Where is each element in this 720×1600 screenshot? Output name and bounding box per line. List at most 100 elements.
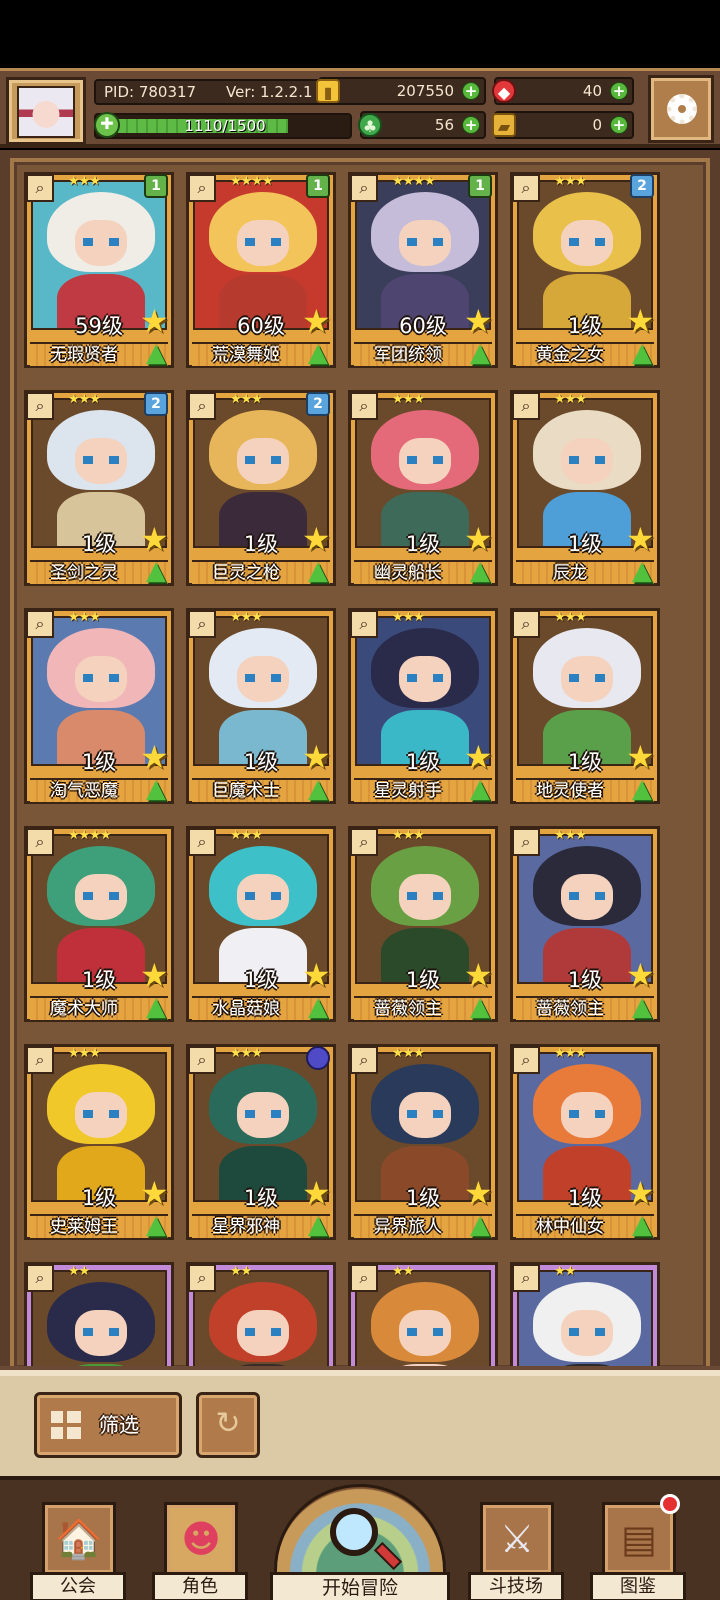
star-upgrade-icon[interactable]: ★: [302, 305, 334, 337]
star-upgrade-icon[interactable]: ★: [140, 959, 172, 991]
character-card[interactable]: ⌕ ★★★ 1级 蔷薇领主 ★ ▲: [510, 826, 660, 1026]
filter-button[interactable]: 筛选: [34, 1392, 182, 1458]
character-card[interactable]: ⌕ ★★: [186, 1262, 336, 1366]
character-name: 辰龙: [553, 563, 587, 583]
level-up-icon[interactable]: ▲: [140, 556, 172, 586]
character-card[interactable]: ⌕ ★★★ 1级 淘气恶魔 ★ ▲: [24, 608, 174, 808]
character-card[interactable]: ⌕ ★★★ 1级 水晶菇娘 ★ ▲: [186, 826, 336, 1026]
character-card[interactable]: ⌕ ★★★ 1级 史莱姆王 ★ ▲: [24, 1044, 174, 1244]
star-upgrade-icon[interactable]: ★: [464, 959, 496, 991]
character-card[interactable]: ⌕ ★★★ 1级 蔷薇领主 ★ ▲: [348, 826, 498, 1026]
character-grid-area[interactable]: ⌕ ★★★ 1 59级 无瑕贤者 ★ ▲ ⌕ ★★★★ 1 60级 荒漠舞姬 ★ ▲ ⌕ ★★★★ 1 60级 军团…: [0, 150, 720, 1366]
portrait-eyes: [569, 1328, 605, 1336]
level-up-icon[interactable]: ▲: [464, 992, 496, 1022]
level-up-icon[interactable]: ▲: [626, 774, 658, 804]
nav-guild[interactable]: 🏠 公会: [30, 1502, 126, 1600]
level-up-icon[interactable]: ▲: [140, 1210, 172, 1240]
level-up-icon[interactable]: ▲: [302, 774, 334, 804]
character-card[interactable]: ⌕ ★★★ 1级 林中仙女 ★ ▲: [510, 1044, 660, 1244]
star-upgrade-icon[interactable]: ★: [464, 1177, 496, 1209]
character-name: 荒漠舞姬: [212, 345, 280, 365]
pid-row: PID: 780317 Ver: 1.2.2.1: [94, 79, 352, 105]
portrait-eyes: [569, 892, 605, 900]
portrait-eyes: [83, 892, 119, 900]
level-up-icon[interactable]: ▲: [302, 338, 334, 368]
add-gold-button[interactable]: +: [462, 82, 480, 100]
star-upgrade-icon[interactable]: ★: [140, 741, 172, 773]
rarity-stars: ★★★: [554, 610, 587, 625]
character-card[interactable]: ⌕ ★★: [510, 1262, 660, 1366]
star-upgrade-icon[interactable]: ★: [140, 523, 172, 555]
portrait-eyes: [569, 674, 605, 682]
level-up-icon[interactable]: ▲: [626, 1210, 658, 1240]
portrait-eyes: [245, 456, 281, 464]
star-upgrade-icon[interactable]: ★: [626, 959, 658, 991]
character-card[interactable]: ⌕ ★★★ 2 1级 巨灵之枪 ★ ▲: [186, 390, 336, 590]
character-card[interactable]: ⌕ ★★: [24, 1262, 174, 1366]
portrait-eyes: [407, 892, 443, 900]
level-up-icon[interactable]: ▲: [140, 338, 172, 368]
rank-badge: 2: [306, 392, 330, 416]
rarity-stars: ★★★: [554, 1046, 587, 1061]
portrait-eyes: [83, 1328, 119, 1336]
book-icon: ▤: [621, 1517, 657, 1561]
level-up-icon[interactable]: ▲: [140, 774, 172, 804]
star-upgrade-icon[interactable]: ★: [140, 1177, 172, 1209]
level-up-icon[interactable]: ▲: [464, 774, 496, 804]
nav-start-adventure[interactable]: 开始冒险: [270, 1484, 450, 1600]
star-upgrade-icon[interactable]: ★: [464, 305, 496, 337]
add-gems-button[interactable]: +: [610, 82, 628, 100]
star-upgrade-icon[interactable]: ★: [302, 1177, 334, 1209]
nav-codex[interactable]: ▤ 图鉴: [590, 1494, 686, 1600]
level-up-icon[interactable]: ▲: [626, 992, 658, 1022]
character-card[interactable]: ⌕ ★★: [348, 1262, 498, 1366]
add-tickets-button[interactable]: +: [610, 116, 628, 134]
star-upgrade-icon[interactable]: ★: [626, 305, 658, 337]
level-up-icon[interactable]: ▲: [626, 556, 658, 586]
character-card[interactable]: ⌕ ★★★ 1级 异界旅人 ★ ▲: [348, 1044, 498, 1244]
character-card[interactable]: ⌕ ★★★★ 1 60级 荒漠舞姬 ★ ▲: [186, 172, 336, 372]
star-upgrade-icon[interactable]: ★: [626, 1177, 658, 1209]
star-upgrade-icon[interactable]: ★: [302, 959, 334, 991]
character-card[interactable]: ⌕ ★★★ 1级 星界邪神 ★ ▲: [186, 1044, 336, 1244]
character-name: 地灵使者: [536, 781, 604, 801]
add-clover-button[interactable]: +: [462, 116, 480, 134]
character-name: 黄金之女: [536, 345, 604, 365]
player-avatar[interactable]: [6, 77, 86, 145]
level-up-icon[interactable]: ▲: [464, 1210, 496, 1240]
nav-character[interactable]: ☻ 角色: [152, 1502, 248, 1600]
class-icon: ⌕: [26, 610, 54, 638]
character-card[interactable]: ⌕ ★★★ 1级 星灵射手 ★ ▲: [348, 608, 498, 808]
character-card[interactable]: ⌕ ★★★ 1级 辰龙 ★ ▲: [510, 390, 660, 590]
level-up-icon[interactable]: ▲: [302, 1210, 334, 1240]
nav-arena[interactable]: ⚔ 斗技场: [468, 1502, 564, 1600]
level-up-icon[interactable]: ▲: [302, 556, 334, 586]
character-name: 水晶菇娘: [212, 999, 280, 1019]
character-card[interactable]: ⌕ ★★★ 2 1级 圣剑之灵 ★ ▲: [24, 390, 174, 590]
character-card[interactable]: ⌕ ★★★ 1级 巨魔术士 ★ ▲: [186, 608, 336, 808]
star-upgrade-icon[interactable]: ★: [464, 741, 496, 773]
character-card[interactable]: ⌕ ★★★★ 1 60级 军团统领 ★ ▲: [348, 172, 498, 372]
red-gem-icon: ◆: [492, 79, 516, 103]
portrait-eyes: [569, 1110, 605, 1118]
character-card[interactable]: ⌕ ★★★ 2 1级 黄金之女 ★ ▲: [510, 172, 660, 372]
character-card[interactable]: ⌕ ★★★ 1级 地灵使者 ★ ▲: [510, 608, 660, 808]
star-upgrade-icon[interactable]: ★: [302, 523, 334, 555]
level-up-icon[interactable]: ▲: [626, 338, 658, 368]
level-up-icon[interactable]: ▲: [140, 992, 172, 1022]
portrait-eyes: [407, 674, 443, 682]
character-card[interactable]: ⌕ ★★★★ 1级 魔术大师 ★ ▲: [24, 826, 174, 1026]
refresh-button[interactable]: ↻: [196, 1392, 260, 1458]
character-card[interactable]: ⌕ ★★★ 1级 幽灵船长 ★ ▲: [348, 390, 498, 590]
star-upgrade-icon[interactable]: ★: [140, 305, 172, 337]
star-upgrade-icon[interactable]: ★: [464, 523, 496, 555]
level-up-icon[interactable]: ▲: [464, 556, 496, 586]
settings-button[interactable]: [648, 75, 714, 143]
star-upgrade-icon[interactable]: ★: [626, 523, 658, 555]
star-upgrade-icon[interactable]: ★: [302, 741, 334, 773]
class-icon: ⌕: [350, 174, 378, 202]
star-upgrade-icon[interactable]: ★: [626, 741, 658, 773]
level-up-icon[interactable]: ▲: [464, 338, 496, 368]
character-card[interactable]: ⌕ ★★★ 1 59级 无瑕贤者 ★ ▲: [24, 172, 174, 372]
level-up-icon[interactable]: ▲: [302, 992, 334, 1022]
